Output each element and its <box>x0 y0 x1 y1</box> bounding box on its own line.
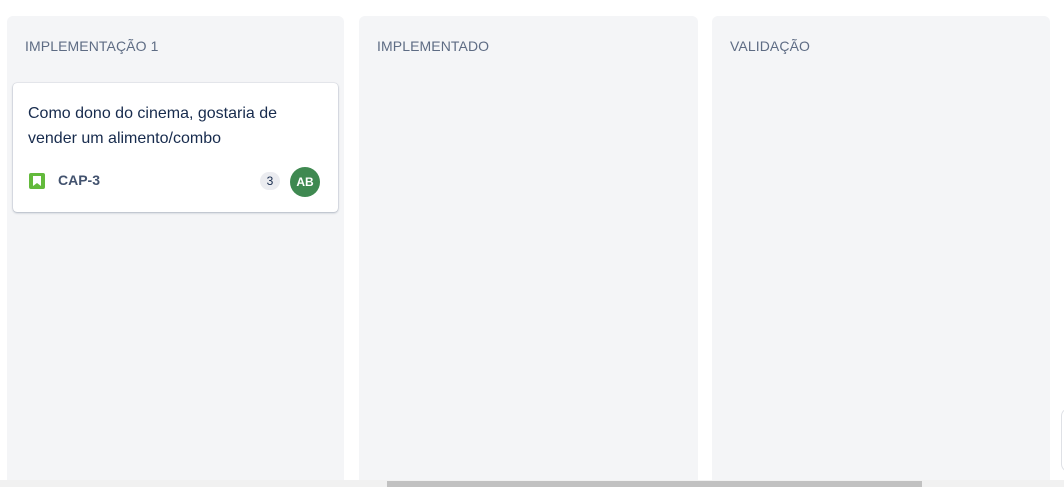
issue-key-link[interactable]: CAP-3 <box>58 172 100 188</box>
column-title: IMPLEMENTADO <box>377 38 490 54</box>
card-footer: CAP-3 3 AB <box>28 167 320 197</box>
column-title: IMPLEMENTAÇÃO 1 <box>25 38 159 54</box>
board-column-implementado: IMPLEMENTADO <box>359 16 698 487</box>
story-points-badge: 3 <box>260 172 280 190</box>
column-title: VALIDAÇÃO <box>730 38 810 54</box>
board-column-implementacao-1: IMPLEMENTAÇÃO 1 Como dono do cinema, gos… <box>7 16 344 487</box>
board-column-validacao: VALIDAÇÃO <box>712 16 1050 487</box>
assignee-avatar[interactable]: AB <box>290 167 320 197</box>
horizontal-scrollbar-thumb[interactable] <box>387 481 922 487</box>
story-bookmark-icon <box>29 173 45 189</box>
kanban-board: IMPLEMENTAÇÃO 1 Como dono do cinema, gos… <box>0 0 1064 487</box>
card-summary: Como dono do cinema, gostaria de vender … <box>28 105 278 147</box>
issue-card[interactable]: Como dono do cinema, gostaria de vender … <box>13 83 338 212</box>
